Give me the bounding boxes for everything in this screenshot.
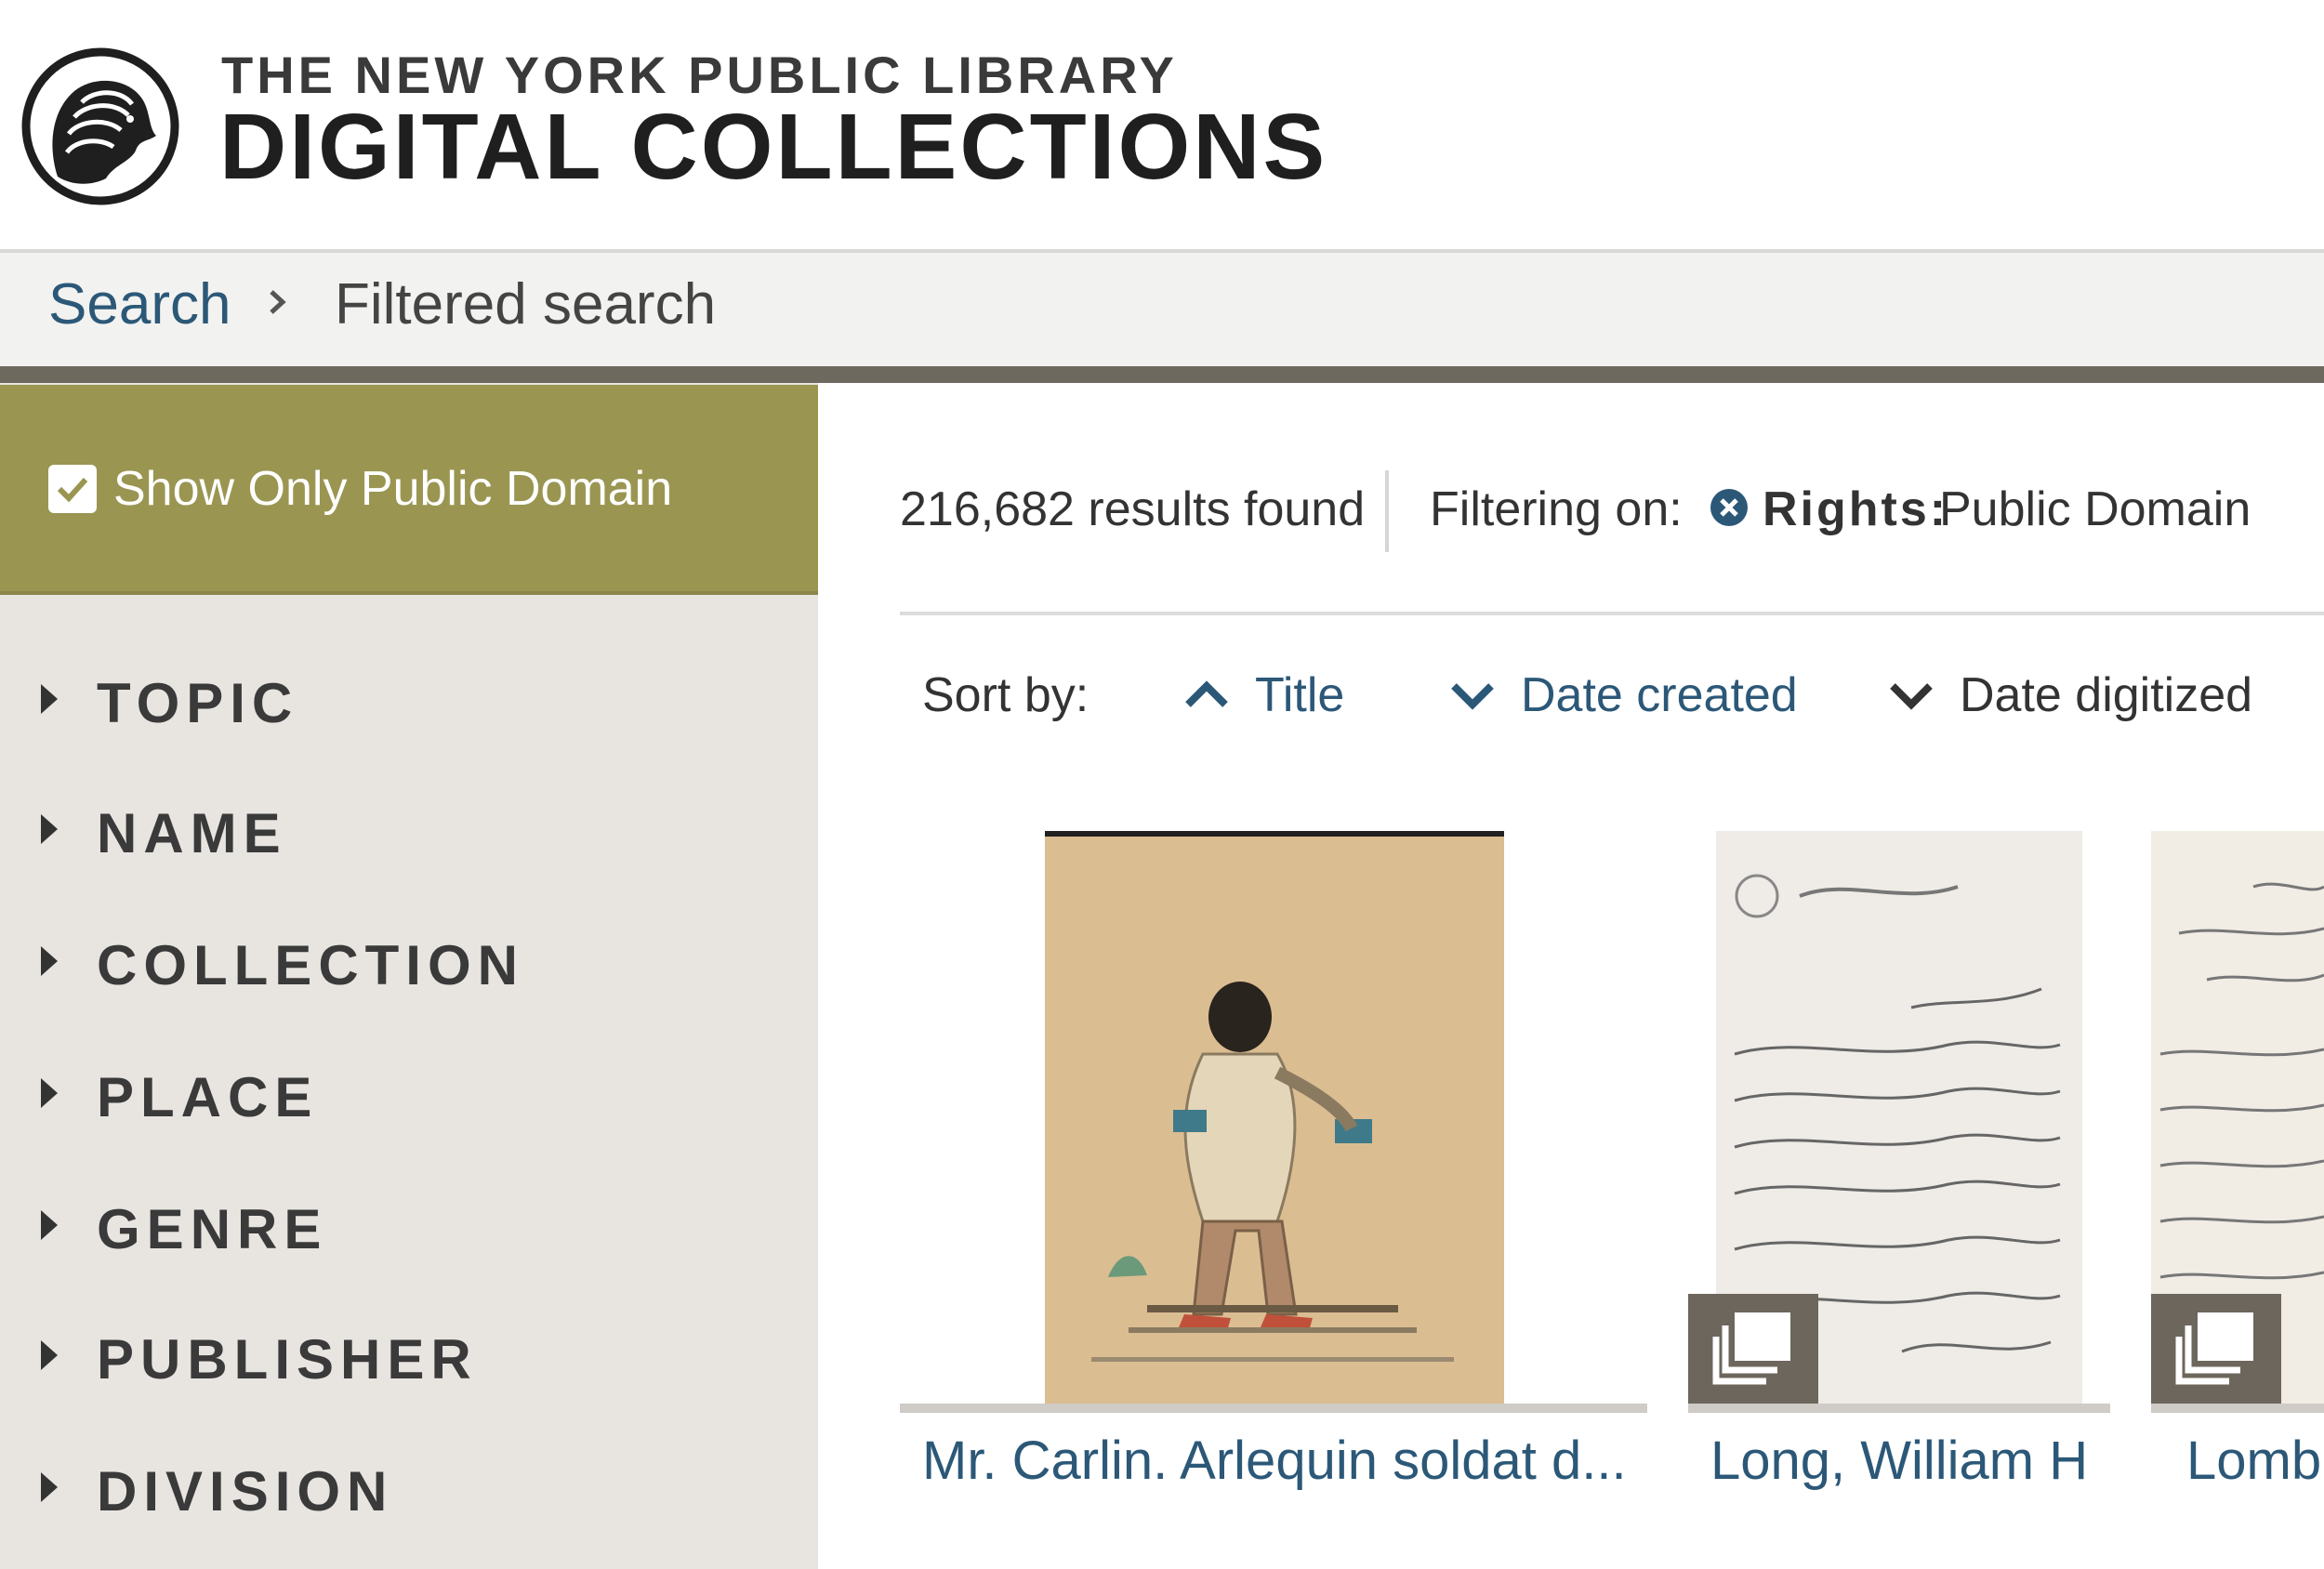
facet-publisher[interactable]: PUBLISHER: [33, 1318, 796, 1411]
public-domain-label[interactable]: Show Only Public Domain: [113, 461, 672, 517]
facet-label: COLLECTION: [97, 934, 524, 996]
item-thumbnail[interactable]: [1045, 831, 1504, 1404]
facet-label: DIVISION: [97, 1460, 394, 1523]
caret-right-icon: [41, 1210, 58, 1240]
results-count: 216,682 results found: [900, 482, 1366, 536]
facet-label: PLACE: [97, 1066, 319, 1128]
public-domain-checkbox[interactable]: [48, 465, 97, 513]
sort-label: Sort by:: [922, 668, 1089, 722]
site-title[interactable]: DIGITAL COLLECTIONS: [219, 100, 1327, 193]
item-title-link[interactable]: Mr. Carlin. Arlequin soldat d...: [922, 1430, 1627, 1492]
filter-value: Public Domain: [1939, 482, 2251, 536]
facet-label: GENRE: [97, 1198, 328, 1260]
facet-label: NAME: [97, 802, 287, 864]
lion-logo-icon[interactable]: [20, 46, 180, 206]
facet-label: TOPIC: [97, 672, 299, 734]
breadcrumb-current: Filtered search: [335, 272, 717, 336]
sort-option-label: Date digitized: [1960, 668, 2253, 722]
facet-division[interactable]: DIVISION: [33, 1450, 796, 1543]
divider: [900, 612, 2324, 615]
header-divider: [0, 366, 2324, 383]
item-divider: [900, 1404, 1647, 1413]
item-title-link[interactable]: Long, William H: [1710, 1430, 2088, 1492]
chevron-up-icon: [1185, 680, 1228, 707]
sort-date-created-button[interactable]: Date created: [1450, 656, 1803, 740]
caret-right-icon: [41, 1340, 58, 1370]
chevron-down-icon: [1451, 683, 1494, 710]
facet-genre[interactable]: GENRE: [33, 1188, 796, 1281]
caret-right-icon: [41, 946, 58, 976]
multiple-images-icon[interactable]: [1688, 1294, 1818, 1405]
caret-right-icon: [41, 814, 58, 844]
close-circle-icon[interactable]: [1709, 487, 1750, 528]
item-divider: [1688, 1404, 2110, 1413]
chevron-right-icon: [262, 286, 294, 318]
item-title-link[interactable]: Lomb: [2186, 1430, 2321, 1492]
divider: [1385, 470, 1389, 552]
item-divider: [2151, 1404, 2324, 1413]
filter-label: Filtering on:: [1430, 482, 1683, 536]
sort-date-digitized-button[interactable]: Date digitized: [1889, 656, 2279, 740]
caret-right-icon: [41, 684, 58, 714]
filter-key: Rights:: [1763, 482, 1949, 536]
caret-right-icon: [41, 1078, 58, 1108]
multiple-images-icon[interactable]: [2151, 1294, 2281, 1405]
sort-title-button[interactable]: Title: [1184, 656, 1370, 740]
facet-topic[interactable]: TOPIC: [33, 662, 796, 755]
breadcrumb-link-search[interactable]: Search: [48, 271, 231, 337]
site-header: THE NEW YORK PUBLIC LIBRARY DIGITAL COLL…: [0, 0, 2324, 253]
facet-name[interactable]: NAME: [33, 792, 796, 885]
facet-label: PUBLISHER: [97, 1328, 478, 1391]
facet-place[interactable]: PLACE: [33, 1056, 796, 1149]
sort-option-label: Date created: [1521, 668, 1798, 722]
caret-right-icon: [41, 1472, 58, 1502]
sort-option-label: Title: [1255, 668, 1345, 722]
chevron-down-icon: [1890, 683, 1933, 710]
facet-collection[interactable]: COLLECTION: [33, 924, 796, 1017]
